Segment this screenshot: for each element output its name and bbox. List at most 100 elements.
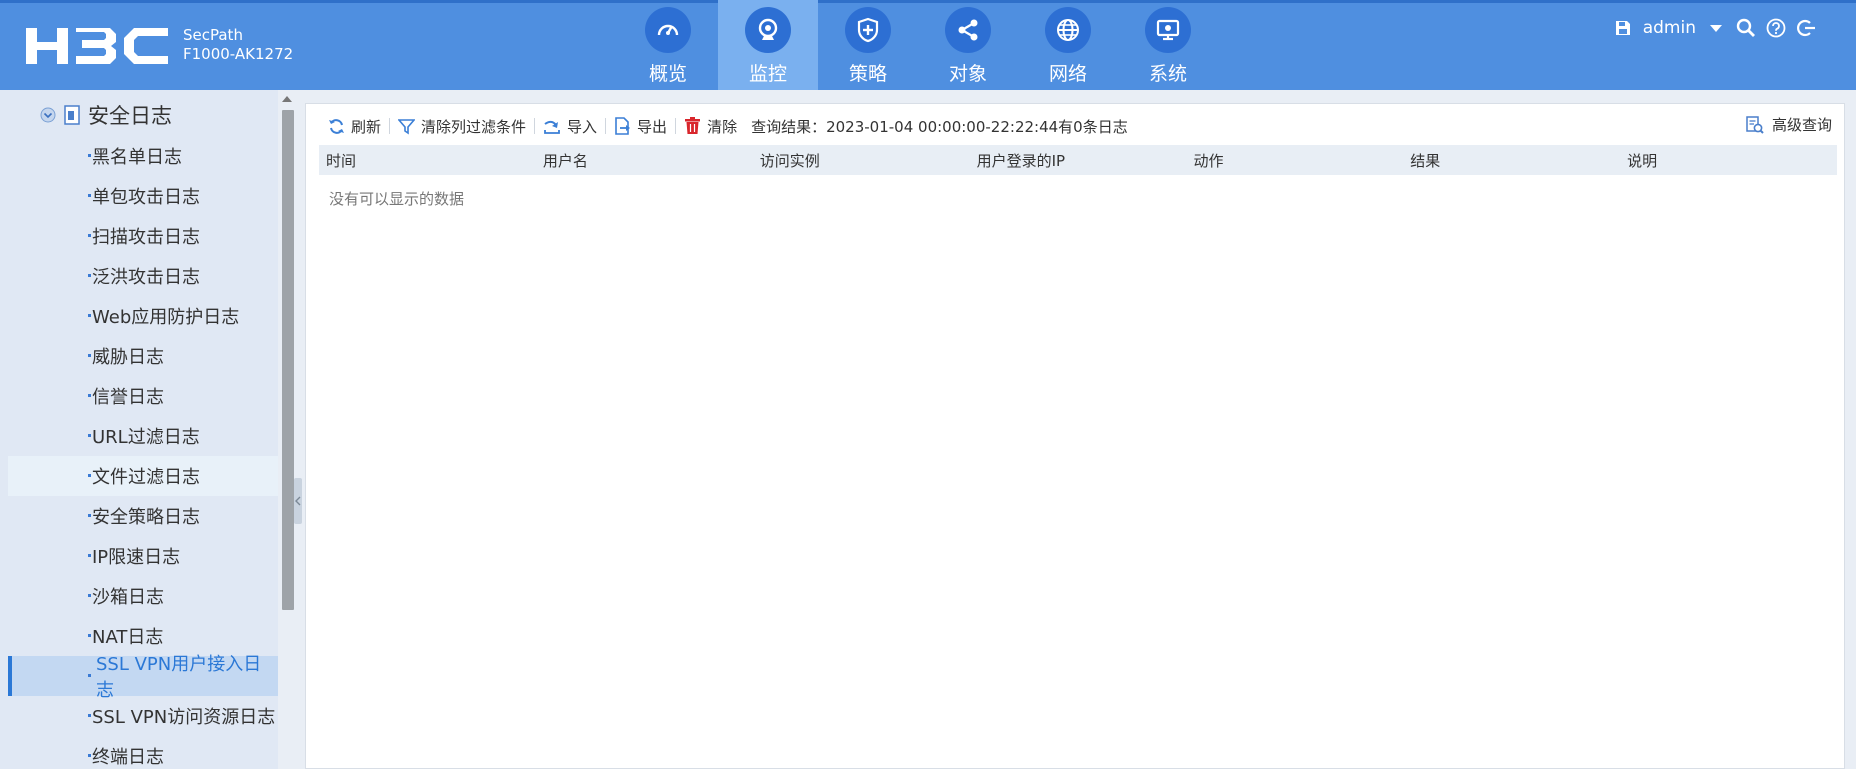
nav-policy[interactable]: 策略 bbox=[818, 0, 918, 90]
log-toolbar: 刷新 清除列过滤条件 导入 导出 清除 查询结果：2023-01-04 00:0… bbox=[320, 114, 1128, 138]
sidebar-item-label: 威胁日志 bbox=[92, 347, 164, 368]
sidebar-item-label: 泛洪攻击日志 bbox=[92, 267, 200, 288]
sidebar-group-label: 安全日志 bbox=[88, 104, 172, 128]
column-header-description[interactable]: 说明 bbox=[1620, 150, 1837, 171]
sidebar-item[interactable]: Web应用防护日志 bbox=[8, 296, 278, 336]
column-header-login-ip[interactable]: 用户登录的IP bbox=[970, 150, 1187, 171]
scroll-up-arrow-icon[interactable] bbox=[282, 96, 292, 102]
bullet-dot-icon bbox=[88, 714, 91, 717]
bullet-dot-icon bbox=[88, 474, 91, 477]
bullet-dot-icon bbox=[88, 274, 91, 277]
import-icon bbox=[544, 120, 560, 134]
sidebar-group-security-log[interactable]: 安全日志 bbox=[40, 100, 172, 130]
export-label: 导出 bbox=[637, 117, 668, 136]
table-header: 时间 用户名 访问实例 用户登录的IP 动作 结果 说明 bbox=[319, 145, 1837, 175]
bullet-dot-icon bbox=[88, 234, 91, 237]
user-name[interactable]: admin bbox=[1643, 18, 1696, 38]
log-panel: 刷新 清除列过滤条件 导入 导出 清除 查询结果：2023-01-04 00:0… bbox=[305, 103, 1845, 769]
sidebar-collapse-handle[interactable] bbox=[294, 478, 302, 524]
sidebar-item[interactable]: 黑名单日志 bbox=[8, 136, 278, 176]
export-button[interactable]: 导出 bbox=[606, 116, 675, 137]
sidebar-item[interactable]: 泛洪攻击日志 bbox=[8, 256, 278, 296]
bullet-dot-icon bbox=[88, 314, 91, 317]
bullet-dot-icon bbox=[88, 434, 91, 437]
advanced-query-button[interactable]: 高级查询 bbox=[1746, 114, 1832, 135]
nav-monitor-label: 监控 bbox=[748, 63, 787, 85]
model-line-1: SecPath bbox=[183, 26, 243, 44]
clear-filter-button[interactable]: 清除列过滤条件 bbox=[390, 116, 534, 137]
column-header-username[interactable]: 用户名 bbox=[536, 150, 753, 171]
bullet-dot-icon bbox=[88, 674, 91, 677]
top-header: SecPath F1000-AK1272 概览 监控 策略 对象 网络 系统 a… bbox=[0, 0, 1856, 90]
nav-monitor[interactable]: 监控 bbox=[718, 0, 818, 90]
sidebar-item[interactable]: 沙箱日志 bbox=[8, 576, 278, 616]
sidebar-item[interactable]: 信誉日志 bbox=[8, 376, 278, 416]
shield-icon bbox=[845, 7, 891, 53]
left-sidebar: 安全日志 黑名单日志单包攻击日志扫描攻击日志 泛洪攻击日志 Web应用防护日志威胁日… bbox=[0, 90, 278, 769]
collapse-circle-icon[interactable] bbox=[40, 107, 56, 123]
refresh-icon bbox=[329, 118, 344, 134]
refresh-button[interactable]: 刷新 bbox=[320, 116, 389, 137]
nav-network[interactable]: 网络 bbox=[1018, 0, 1118, 90]
dashboard-icon bbox=[645, 7, 691, 53]
advanced-search-icon bbox=[1746, 115, 1764, 134]
sidebar-item[interactable]: 扫描攻击日志 bbox=[8, 216, 278, 256]
search-icon[interactable] bbox=[1736, 18, 1756, 38]
sidebar-item-label: 终端日志 bbox=[92, 747, 164, 768]
nav-objects[interactable]: 对象 bbox=[918, 0, 1018, 90]
globe-icon bbox=[1045, 7, 1091, 53]
clear-filter-label: 清除列过滤条件 bbox=[421, 117, 527, 136]
sidebar-item[interactable]: 安全策略日志 bbox=[8, 496, 278, 536]
save-icon[interactable] bbox=[1613, 18, 1633, 38]
sidebar-item[interactable]: IP限速日志 bbox=[8, 536, 278, 576]
bullet-dot-icon bbox=[88, 154, 91, 157]
bullet-dot-icon bbox=[88, 354, 91, 357]
column-header-result[interactable]: 结果 bbox=[1403, 150, 1620, 171]
log-book-icon bbox=[64, 105, 80, 125]
clear-label: 清除 bbox=[707, 117, 738, 136]
trash-icon bbox=[685, 117, 701, 134]
sidebar-item[interactable]: 文件过滤日志 bbox=[8, 456, 278, 496]
device-model: SecPath F1000-AK1272 bbox=[183, 26, 293, 64]
export-icon bbox=[615, 117, 631, 135]
import-button[interactable]: 导入 bbox=[535, 116, 605, 137]
empty-table-message: 没有可以显示的数据 bbox=[329, 190, 465, 208]
scrollbar-thumb[interactable] bbox=[282, 110, 294, 610]
column-header-access-instance[interactable]: 访问实例 bbox=[753, 150, 970, 171]
nav-overview[interactable]: 概览 bbox=[618, 0, 718, 90]
sidebar-item-label: SSL VPN用户接入日志 bbox=[96, 654, 262, 701]
nav-objects-label: 对象 bbox=[948, 63, 987, 85]
bullet-dot-icon bbox=[88, 634, 91, 637]
sidebar-item[interactable]: 单包攻击日志 bbox=[8, 176, 278, 216]
clear-button[interactable]: 清除 bbox=[676, 116, 745, 137]
sidebar-item-label: 沙箱日志 bbox=[92, 587, 164, 608]
column-header-time[interactable]: 时间 bbox=[319, 150, 536, 171]
nav-overview-label: 概览 bbox=[648, 63, 687, 85]
nav-policy-label: 策略 bbox=[848, 63, 887, 85]
sidebar-item-label: 扫描攻击日志 bbox=[92, 227, 200, 248]
bullet-dot-icon bbox=[88, 194, 91, 197]
sidebar-scrollbar[interactable] bbox=[279, 90, 295, 769]
bullet-dot-icon bbox=[88, 394, 91, 397]
sidebar-item[interactable]: 终端日志 bbox=[8, 736, 278, 769]
caret-down-icon[interactable] bbox=[1706, 18, 1726, 38]
help-icon[interactable] bbox=[1766, 18, 1786, 38]
bullet-dot-icon bbox=[88, 554, 91, 557]
sidebar-item-label: 黑名单日志 bbox=[92, 147, 182, 168]
sidebar-item[interactable]: SSL VPN访问资源日志 bbox=[8, 696, 278, 736]
h3c-logo[interactable] bbox=[26, 26, 170, 66]
nav-system[interactable]: 系统 bbox=[1118, 0, 1218, 90]
sidebar-item-label: 文件过滤日志 bbox=[92, 467, 200, 488]
header-user-tools: admin bbox=[1613, 18, 1816, 38]
sidebar-item[interactable]: SSL VPN用户接入日志 bbox=[8, 654, 278, 701]
bullet-dot-icon bbox=[88, 594, 91, 597]
model-line-2: F1000-AK1272 bbox=[183, 45, 294, 63]
column-header-action[interactable]: 动作 bbox=[1186, 150, 1403, 171]
sidebar-item[interactable]: 威胁日志 bbox=[8, 336, 278, 376]
bullet-dot-icon bbox=[88, 514, 91, 517]
advanced-query-label: 高级查询 bbox=[1771, 116, 1832, 134]
import-label: 导入 bbox=[567, 117, 598, 136]
filter-icon bbox=[398, 118, 416, 134]
sidebar-item[interactable]: URL过滤日志 bbox=[8, 416, 278, 456]
logout-icon[interactable] bbox=[1796, 18, 1816, 38]
